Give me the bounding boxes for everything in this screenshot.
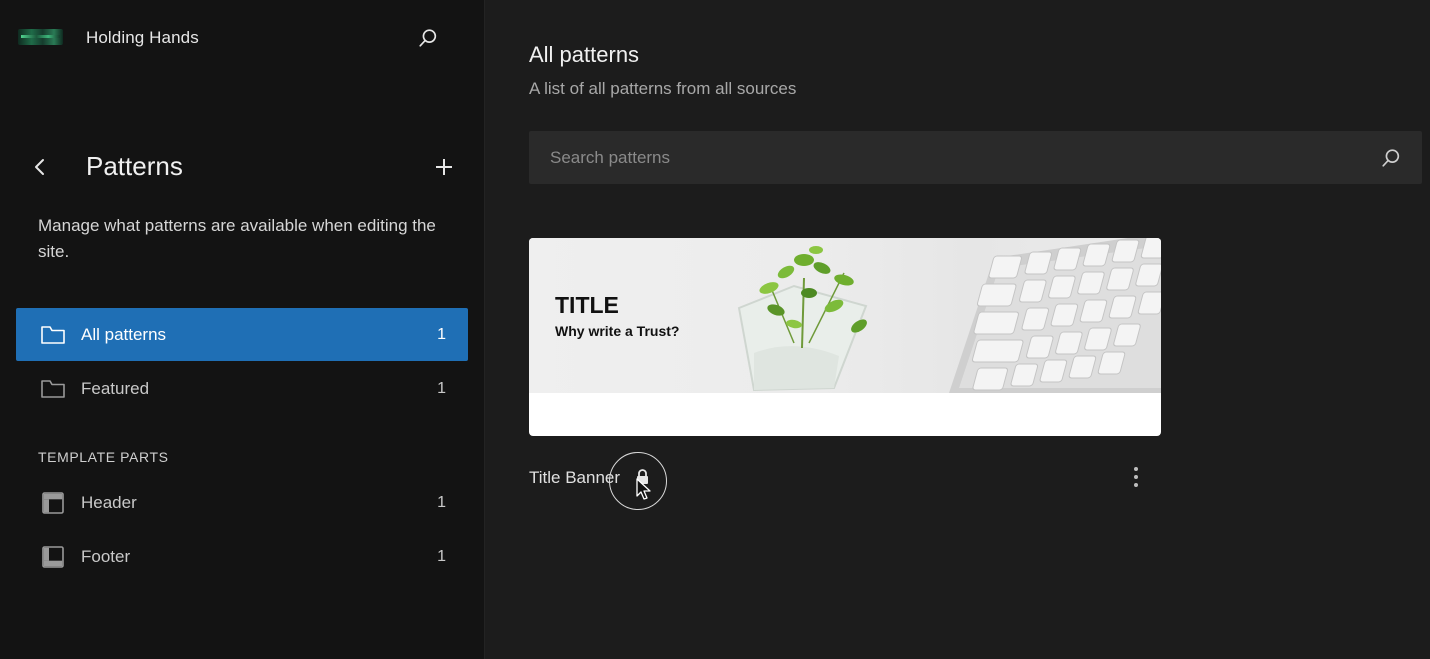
sidebar-item-count: 1 (437, 379, 446, 397)
sidebar-item-count: 1 (437, 325, 446, 343)
site-logo-icon[interactable] (18, 29, 63, 45)
footer-layout-icon (40, 544, 66, 570)
site-editor: Holding Hands Patterns Manage what patte… (0, 0, 1430, 659)
sidebar-item-label: All patterns (81, 324, 167, 344)
folder-icon (40, 376, 66, 402)
template-parts-heading: TEMPLATE PARTS (38, 449, 169, 465)
sidebar-item-label: Featured (81, 378, 150, 398)
sidebar-item-label: Footer (81, 546, 131, 566)
keyboard-image (949, 238, 1161, 393)
page-subtitle: A list of all patterns from all sources (529, 79, 797, 98)
site-title[interactable]: Holding Hands (86, 28, 199, 48)
pattern-title[interactable]: Title Banner (529, 468, 620, 488)
sidebar-item-featured[interactable]: Featured 1 (16, 362, 468, 415)
sidebar-item-count: 1 (437, 493, 446, 511)
search-icon[interactable] (414, 24, 442, 52)
sidebar: Holding Hands Patterns Manage what patte… (0, 0, 485, 659)
pattern-preview[interactable]: TITLE Why write a Trust? (529, 238, 1161, 436)
plus-icon[interactable] (430, 153, 458, 181)
chevron-left-icon[interactable] (28, 155, 52, 179)
banner-image: TITLE Why write a Trust? (529, 238, 1161, 393)
sidebar-item-count: 1 (437, 547, 446, 565)
banner-title: TITLE (555, 292, 619, 318)
more-vertical-icon[interactable] (1122, 462, 1150, 492)
search-icon[interactable] (1378, 145, 1404, 171)
section-description: Manage what patterns are available when … (38, 216, 436, 261)
page-title: All patterns (529, 42, 640, 67)
sidebar-item-footer[interactable]: Footer 1 (16, 530, 468, 583)
plant-image (737, 246, 868, 392)
lock-icon[interactable] (634, 468, 650, 486)
main-content: All patterns A list of all patterns from… (486, 0, 1430, 659)
section-title: Patterns (86, 151, 183, 181)
header-layout-icon (40, 490, 66, 516)
banner-subtitle: Why write a Trust? (555, 323, 680, 339)
folder-icon (40, 322, 66, 348)
sidebar-item-header[interactable]: Header 1 (16, 476, 468, 529)
search-input[interactable] (529, 131, 1369, 184)
search-field (529, 131, 1422, 184)
sidebar-item-label: Header (81, 492, 137, 512)
sidebar-item-all-patterns[interactable]: All patterns 1 (16, 308, 468, 361)
